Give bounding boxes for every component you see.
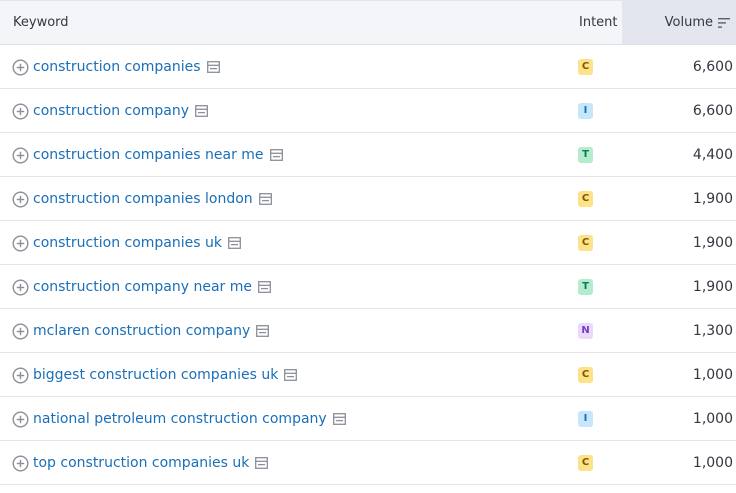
plus-circle-icon[interactable]	[12, 235, 29, 252]
keyword-link[interactable]: national petroleum construction company	[33, 411, 327, 427]
table-row: construction companies C 6,600	[0, 45, 736, 89]
keyword-cell: construction company	[33, 89, 208, 133]
keyword-table: Keyword Intent Volume construction compa…	[0, 0, 736, 493]
serp-features-icon[interactable]	[258, 193, 272, 205]
keyword-link[interactable]: construction company near me	[33, 279, 252, 295]
table-header: Keyword Intent Volume	[0, 1, 736, 45]
table-row: biggest construction companies uk C 1,000	[0, 353, 736, 397]
keyword-cell: construction company near me	[33, 265, 271, 309]
plus-circle-icon[interactable]	[12, 411, 29, 428]
serp-features-icon[interactable]	[255, 457, 269, 469]
keyword-cell: top construction companies uk	[33, 441, 269, 485]
column-header-volume-label: Volume	[664, 15, 713, 30]
intent-badge: T	[578, 147, 593, 163]
sort-descending-icon[interactable]	[718, 17, 730, 28]
keyword-link[interactable]: construction companies london	[33, 191, 253, 207]
plus-circle-icon[interactable]	[12, 103, 29, 120]
table-row: construction companies uk C 1,900	[0, 221, 736, 265]
volume-value: 1,000	[692, 455, 733, 471]
plus-circle-icon[interactable]	[12, 279, 29, 296]
plus-circle-icon[interactable]	[12, 147, 29, 164]
column-header-volume[interactable]: Volume	[622, 1, 736, 44]
table-row: construction company I 6,600	[0, 89, 736, 133]
table-row: construction company near me T 1,900	[0, 265, 736, 309]
serp-features-icon[interactable]	[332, 413, 346, 425]
table-row: mclaren construction company N 1,300	[0, 309, 736, 353]
keyword-cell: construction companies london	[33, 177, 272, 221]
intent-badge: T	[578, 279, 593, 295]
serp-features-icon[interactable]	[256, 325, 270, 337]
serp-features-icon[interactable]	[206, 61, 220, 73]
intent-badge: C	[578, 455, 593, 471]
keyword-link[interactable]: biggest construction companies uk	[33, 367, 278, 383]
serp-features-icon[interactable]	[269, 149, 283, 161]
table-body: construction companies C 6,600 construction…	[0, 45, 736, 485]
keyword-cell: construction companies uk	[33, 221, 241, 265]
keyword-cell: construction companies near me	[33, 133, 283, 177]
intent-badge: I	[578, 103, 593, 119]
keyword-link[interactable]: construction companies uk	[33, 235, 222, 251]
keyword-cell: biggest construction companies uk	[33, 353, 298, 397]
intent-badge: C	[578, 367, 593, 383]
keyword-link[interactable]: mclaren construction company	[33, 323, 250, 339]
keyword-cell: mclaren construction company	[33, 309, 270, 353]
plus-circle-icon[interactable]	[12, 323, 29, 340]
volume-value: 1,000	[692, 367, 733, 383]
volume-value: 6,600	[692, 103, 733, 119]
intent-badge: N	[578, 323, 593, 339]
intent-badge: C	[578, 59, 593, 75]
serp-features-icon[interactable]	[284, 369, 298, 381]
volume-value: 6,600	[692, 59, 733, 75]
keyword-link[interactable]: construction company	[33, 103, 189, 119]
volume-value: 4,400	[692, 147, 733, 163]
volume-value: 1,900	[692, 279, 733, 295]
intent-badge: C	[578, 235, 593, 251]
volume-value: 1,300	[692, 323, 733, 339]
keyword-cell: national petroleum construction company	[33, 397, 346, 441]
volume-value: 1,000	[692, 411, 733, 427]
plus-circle-icon[interactable]	[12, 455, 29, 472]
plus-circle-icon[interactable]	[12, 59, 29, 76]
table-row: national petroleum construction company I…	[0, 397, 736, 441]
serp-features-icon[interactable]	[258, 281, 271, 293]
keyword-link[interactable]: top construction companies uk	[33, 455, 249, 471]
volume-value: 1,900	[692, 235, 733, 251]
volume-value: 1,900	[692, 191, 733, 207]
serp-features-icon[interactable]	[228, 237, 241, 249]
serp-features-icon[interactable]	[195, 105, 208, 117]
plus-circle-icon[interactable]	[12, 191, 29, 208]
intent-badge: C	[578, 191, 593, 207]
table-row: construction companies near me T 4,400	[0, 133, 736, 177]
keyword-link[interactable]: construction companies near me	[33, 147, 264, 163]
intent-badge: I	[578, 411, 593, 427]
table-row: top construction companies uk C 1,000	[0, 441, 736, 485]
column-header-keyword[interactable]: Keyword	[13, 1, 69, 45]
table-row: construction companies london C 1,900	[0, 177, 736, 221]
keyword-cell: construction companies	[33, 45, 220, 89]
keyword-link[interactable]: construction companies	[33, 59, 201, 75]
column-header-intent[interactable]: Intent	[579, 1, 618, 45]
plus-circle-icon[interactable]	[12, 367, 29, 384]
